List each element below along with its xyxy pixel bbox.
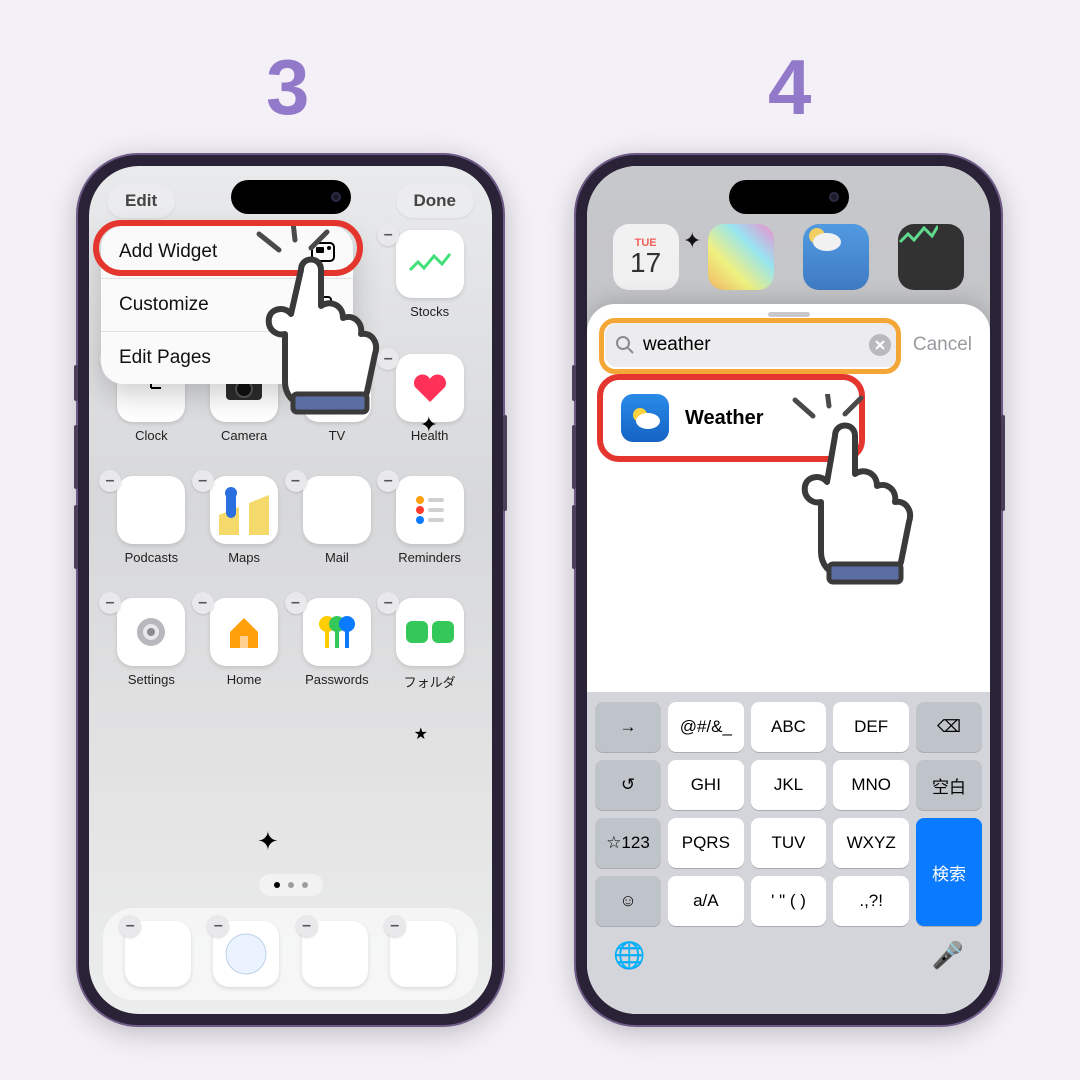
dock: – – – –	[103, 908, 478, 1000]
key-mode[interactable]: ☆123	[595, 818, 661, 868]
phone-frame-right: TUE17 ✦ weather Cancel Weather	[576, 155, 1001, 1025]
app-mail[interactable]: – Mail	[291, 476, 384, 565]
key[interactable]: ABC	[751, 702, 827, 752]
app-label: TV	[329, 428, 346, 443]
weather-icon	[621, 394, 669, 442]
menu-add-widget[interactable]: Add Widget	[101, 226, 353, 279]
dock-appstore[interactable]: –	[125, 921, 191, 987]
pages-icon	[311, 348, 335, 368]
key[interactable]: DEF	[833, 702, 909, 752]
key[interactable]: ' " ( )	[751, 876, 827, 926]
key-undo[interactable]: ↺	[595, 760, 661, 810]
customize-icon	[311, 295, 335, 315]
phone-frame-left: Edit Done – Stocks – Clock – C	[78, 155, 503, 1025]
result-label: Weather	[685, 407, 764, 430]
key-search[interactable]: 検索	[916, 818, 982, 926]
widget-search-screen: TUE17 ✦ weather Cancel Weather	[587, 166, 990, 1014]
key[interactable]: a/A	[668, 876, 744, 926]
menu-label: Add Widget	[119, 241, 217, 263]
app-home[interactable]: – Home	[198, 598, 291, 691]
dock-phone[interactable]: –	[302, 921, 368, 987]
search-icon	[615, 335, 635, 355]
search-query: weather	[643, 334, 861, 356]
widget-picker-sheet: weather Cancel Weather	[587, 304, 990, 1014]
keyboard[interactable]: → @#/&_ ABC DEF ⌫ ↺ GHI JKL MNO 空白 ☆123	[587, 692, 990, 1014]
key[interactable]: TUV	[751, 818, 827, 868]
clear-icon[interactable]	[869, 334, 891, 356]
key[interactable]: .,?!	[833, 876, 909, 926]
widget-icon	[311, 242, 335, 262]
dock-safari[interactable]: –	[213, 921, 279, 987]
app-label: フォルダ	[404, 672, 456, 691]
app-label: Stocks	[410, 304, 449, 319]
remove-icon[interactable]: –	[285, 592, 307, 614]
app-passwords[interactable]: – Passwords	[291, 598, 384, 691]
weather-icon	[803, 224, 869, 290]
app-folder[interactable]: – フォルダ	[383, 598, 476, 691]
app-podcasts[interactable]: – Podcasts	[105, 476, 198, 565]
dynamic-island	[729, 180, 849, 214]
step-number-4: 4	[768, 42, 811, 133]
home-screen-jiggle: Edit Done – Stocks – Clock – C	[89, 166, 492, 1014]
sheet-grabber[interactable]	[768, 312, 810, 317]
done-button[interactable]: Done	[396, 184, 475, 218]
key-backspace[interactable]: ⌫	[916, 702, 982, 752]
photos-icon	[708, 224, 774, 290]
dock-music[interactable]: –	[390, 921, 456, 987]
calendar-icon: TUE17	[613, 224, 679, 290]
menu-label: Edit Pages	[119, 347, 211, 369]
key[interactable]: PQRS	[668, 818, 744, 868]
menu-customize[interactable]: Customize	[101, 279, 353, 332]
app-label: Passwords	[305, 672, 369, 687]
key-next[interactable]: →	[595, 702, 661, 752]
key[interactable]: GHI	[668, 760, 744, 810]
sparkle-icon: ✦	[257, 826, 279, 857]
app-label: Podcasts	[125, 550, 178, 565]
remove-icon[interactable]: –	[384, 915, 406, 937]
app-maps[interactable]: – Maps	[198, 476, 291, 565]
search-result-weather[interactable]: Weather	[605, 382, 855, 454]
sparkle-icon: ✦	[420, 412, 438, 438]
key[interactable]: JKL	[751, 760, 827, 810]
remove-icon[interactable]: –	[99, 592, 121, 614]
remove-icon[interactable]: –	[192, 470, 214, 492]
app-label: Reminders	[398, 550, 461, 565]
app-label: Maps	[228, 550, 260, 565]
key[interactable]: WXYZ	[833, 818, 909, 868]
key[interactable]: @#/&_	[668, 702, 744, 752]
stocks-icon	[898, 224, 964, 290]
app-stocks[interactable]: – Stocks	[383, 230, 476, 319]
menu-edit-pages[interactable]: Edit Pages	[101, 332, 353, 384]
key-emoji[interactable]: ☺	[595, 876, 661, 926]
sparkle-icon: ★	[414, 724, 428, 744]
mic-icon[interactable]: 🎤	[932, 940, 964, 971]
remove-icon[interactable]: –	[192, 592, 214, 614]
dynamic-island	[231, 180, 351, 214]
cancel-button[interactable]: Cancel	[913, 334, 972, 356]
remove-icon[interactable]: –	[99, 470, 121, 492]
app-settings[interactable]: – Settings	[105, 598, 198, 691]
step-number-3: 3	[266, 42, 309, 133]
app-label: Mail	[325, 550, 349, 565]
edit-button[interactable]: Edit	[107, 184, 175, 218]
app-label: Settings	[128, 672, 175, 687]
globe-icon[interactable]: 🌐	[613, 940, 645, 971]
page-indicator[interactable]	[259, 874, 323, 896]
app-label: Home	[227, 672, 262, 687]
search-input[interactable]: weather	[605, 323, 901, 367]
app-reminders[interactable]: – Reminders	[383, 476, 476, 565]
app-label: Clock	[135, 428, 168, 443]
menu-label: Customize	[119, 294, 209, 316]
app-label: Camera	[221, 428, 267, 443]
key-space[interactable]: 空白	[916, 760, 982, 810]
edit-context-menu: Add Widget Customize Edit Pages	[101, 226, 353, 384]
key[interactable]: MNO	[833, 760, 909, 810]
remove-icon[interactable]: –	[285, 470, 307, 492]
sparkle-icon: ✦	[683, 228, 701, 254]
remove-icon[interactable]: –	[296, 915, 318, 937]
